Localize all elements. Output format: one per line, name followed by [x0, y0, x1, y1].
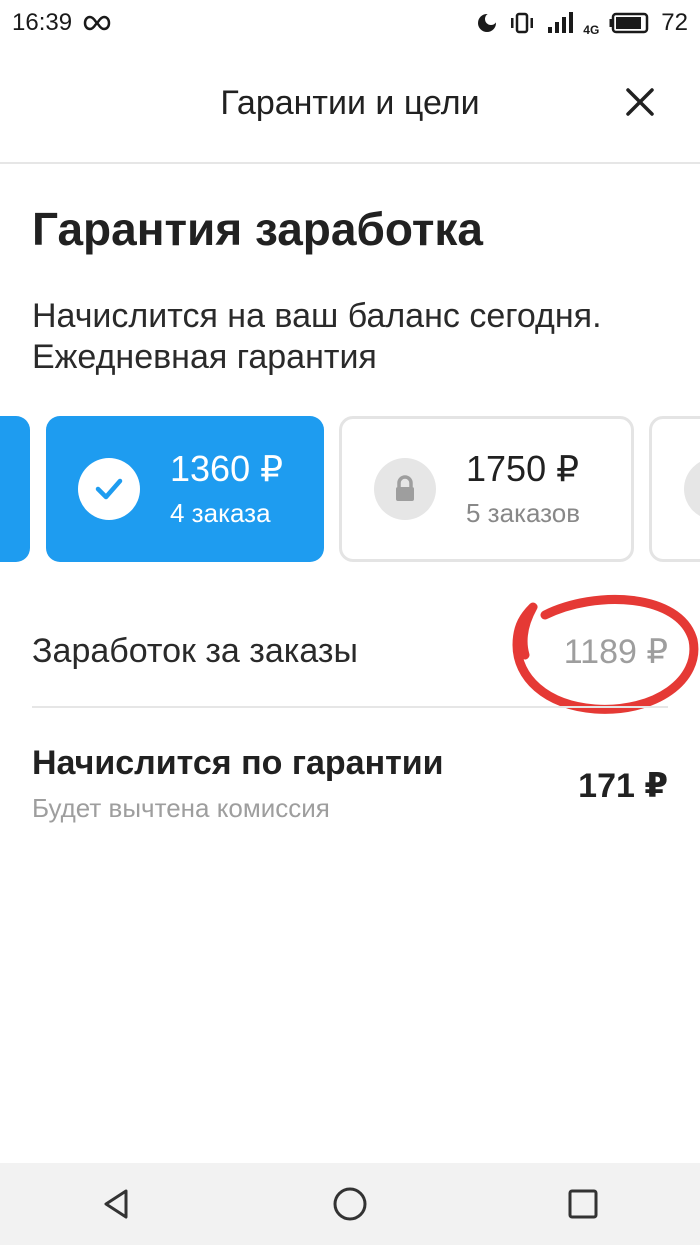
checkmark-icon: [95, 478, 123, 500]
status-bar-right: 4G 72: [475, 9, 688, 37]
status-time: 16:39: [12, 9, 73, 36]
status-bar-left: 16:39: [12, 9, 112, 37]
checkmark-badge: [78, 458, 140, 520]
nav-back-button[interactable]: [77, 1163, 157, 1245]
guarantee-accrual-label: Начислится по гарантии: [32, 744, 444, 782]
divider: [32, 706, 668, 708]
lock-badge: [684, 458, 700, 520]
nav-home-button[interactable]: [310, 1163, 390, 1245]
lock-icon: [396, 475, 414, 501]
battery-icon: [609, 12, 651, 34]
status-bar: 16:39 4G 72: [0, 0, 700, 46]
tier-orders: 5 заказов: [466, 498, 581, 528]
system-navigation-bar: [0, 1163, 700, 1245]
vibrate-icon: [509, 11, 535, 35]
guarantee-tier-card-1360[interactable]: 1360 ₽ 4 заказа: [46, 416, 324, 562]
battery-level: 72: [661, 9, 688, 36]
tier-amount: 1360 ₽: [170, 448, 283, 489]
nav-recents-button[interactable]: [543, 1163, 623, 1245]
earned-for-orders-label: Заработок за заказы: [32, 632, 358, 670]
guarantee-accrual-note: Будет вычтена комиссия: [32, 793, 330, 823]
close-icon: [626, 88, 654, 116]
moon-icon: [475, 11, 499, 35]
close-button[interactable]: [622, 84, 658, 120]
red-annotation-circle: [512, 595, 699, 714]
recents-square-icon: [568, 1189, 598, 1219]
lock-badge: [374, 458, 436, 520]
network-type: 4G: [583, 23, 600, 37]
signal-icon: [545, 10, 581, 36]
tier-text: 1750 ₽ 5 заказов: [466, 448, 580, 530]
back-triangle-icon: [104, 1189, 128, 1219]
guarantee-tier-card-1750[interactable]: 1750 ₽ 5 заказов: [339, 416, 634, 562]
infinity-icon: [82, 14, 112, 32]
tier-orders: 4 заказа: [170, 498, 271, 528]
page-title: Гарантия заработка: [32, 203, 483, 255]
guarantee-tier-card-previous[interactable]: [0, 416, 30, 562]
guarantee-accrual-value: 171 ₽: [578, 767, 668, 805]
guarantee-tier-carousel[interactable]: 1360 ₽ 4 заказа 1750 ₽ 5 заказов: [0, 416, 700, 566]
guarantee-accrual-row: Начислится по гарантии Будет вычтена ком…: [32, 744, 668, 824]
guarantee-accrual-text: Начислится по гарантии Будет вычтена ком…: [32, 744, 444, 824]
top-bar: Гарантии и цели: [0, 46, 700, 164]
home-circle-icon: [333, 1187, 367, 1221]
tier-text: 1360 ₽ 4 заказа: [170, 448, 283, 530]
guarantee-tier-card-next[interactable]: [649, 416, 700, 562]
tier-amount: 1750 ₽: [466, 448, 579, 489]
page-subtitle: Начислится на ваш баланс сегодня. Ежедне…: [32, 297, 602, 376]
screen-title: Гарантии и цели: [220, 84, 480, 122]
